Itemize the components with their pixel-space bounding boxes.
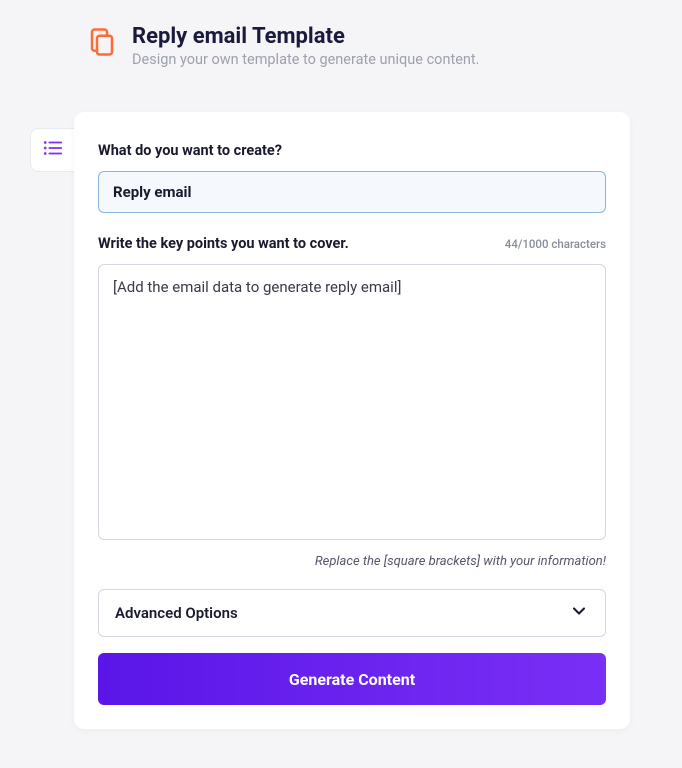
generate-button[interactable]: Generate Content [98, 653, 606, 705]
template-card: What do you want to create? Write the ke… [74, 112, 630, 729]
keypoints-label: Write the key points you want to cover. [98, 235, 349, 252]
page-subtitle: Design your own template to generate uni… [132, 51, 479, 68]
helper-text: Replace the [square brackets] with your … [98, 554, 606, 569]
advanced-options-toggle[interactable]: Advanced Options [98, 589, 606, 637]
sidebar-toggle[interactable] [30, 128, 74, 172]
page-title: Reply email Template [132, 24, 479, 49]
create-label: What do you want to create? [98, 142, 606, 159]
title-input[interactable] [98, 171, 606, 213]
header-text: Reply email Template Design your own tem… [132, 24, 479, 68]
char-count: 44/1000 characters [505, 237, 606, 251]
copy-icon [86, 26, 118, 58]
keypoints-header: Write the key points you want to cover. … [98, 235, 606, 252]
list-icon [42, 137, 64, 163]
keypoints-textarea[interactable] [98, 264, 606, 540]
page-header: Reply email Template Design your own tem… [0, 0, 682, 68]
advanced-options-label: Advanced Options [115, 604, 238, 622]
chevron-down-icon [569, 601, 589, 625]
